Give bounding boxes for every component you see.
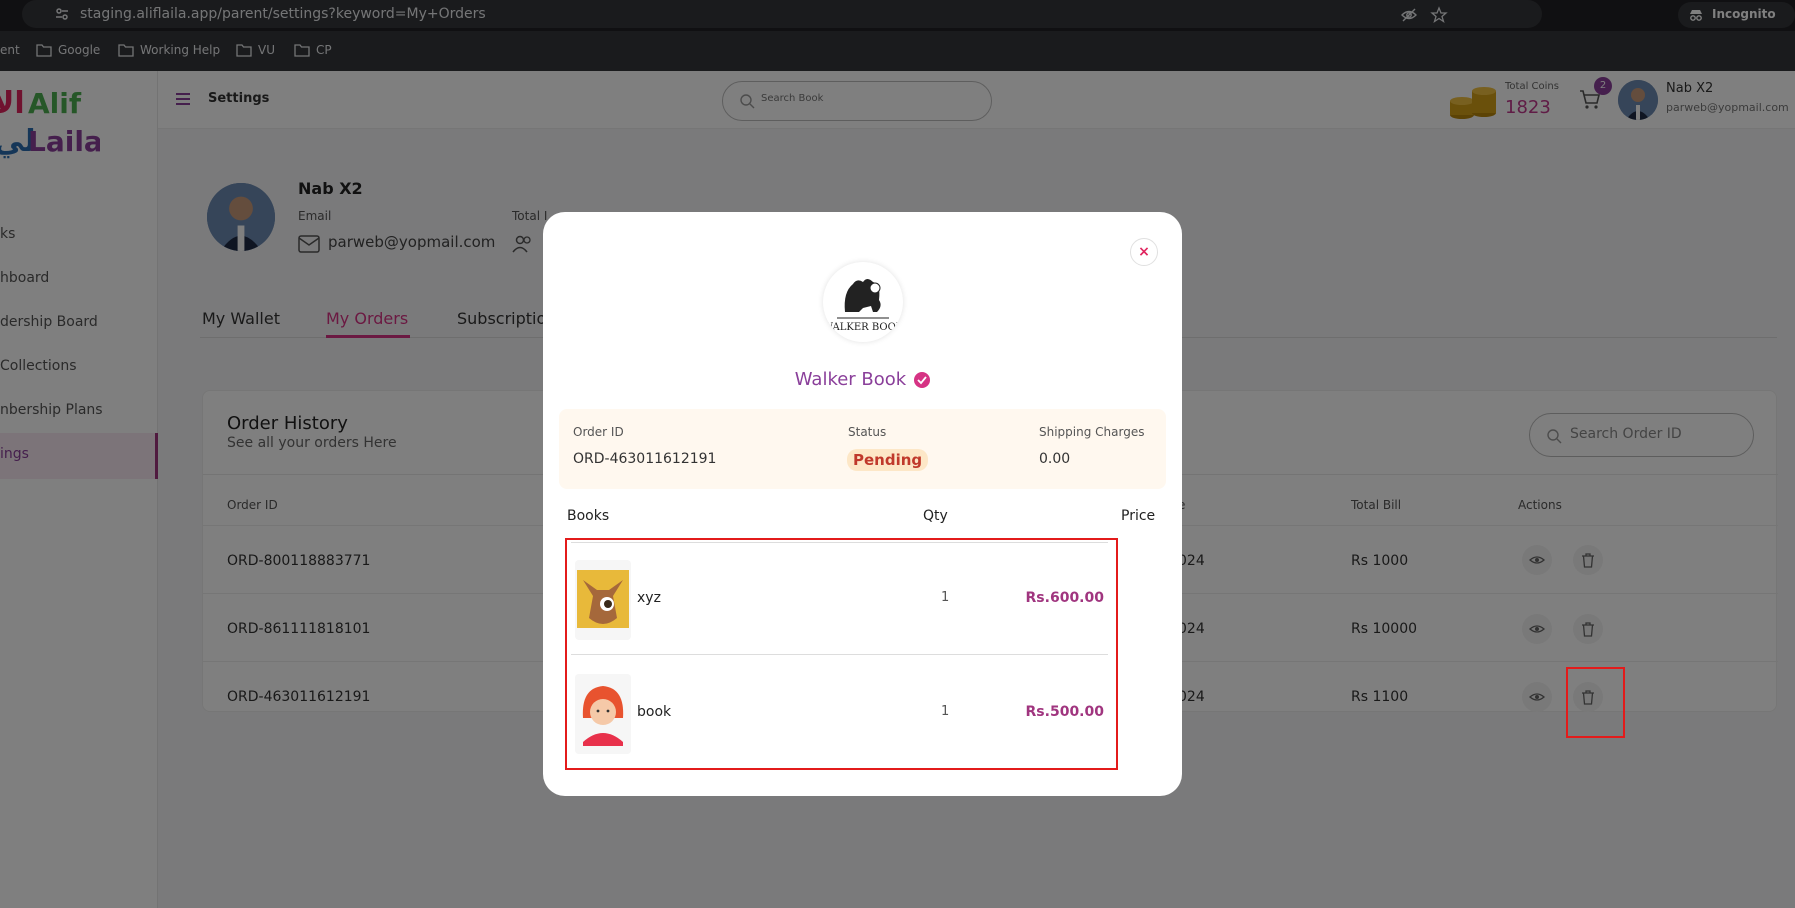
shipping-value: 0.00 bbox=[1039, 451, 1071, 467]
books-column-header: Books bbox=[567, 508, 610, 524]
book-thumbnail-book bbox=[575, 674, 631, 754]
publisher-name: Walker Book bbox=[794, 369, 907, 390]
book-title-1: xyz bbox=[637, 590, 661, 606]
status-badge: Pending bbox=[847, 449, 929, 471]
svg-text:WALKER BOOK: WALKER BOOK bbox=[823, 322, 903, 333]
book-row-2: book 1 Rs.500.00 bbox=[571, 656, 1116, 768]
delete-highlight-box bbox=[1566, 667, 1625, 738]
price-column-header: Price bbox=[1121, 508, 1156, 524]
deer-cover-image bbox=[577, 570, 629, 628]
book-qty-1: 1 bbox=[941, 590, 950, 605]
order-id-label: Order ID bbox=[573, 425, 624, 439]
walker-bear-icon: WALKER BOOK bbox=[823, 279, 903, 333]
close-button[interactable]: × bbox=[1130, 238, 1158, 266]
shipping-label: Shipping Charges bbox=[1039, 425, 1145, 439]
books-highlight-box: xyz 1 Rs.600.00 book 1 Rs.500.00 bbox=[565, 538, 1118, 770]
book-divider bbox=[571, 654, 1108, 655]
publisher-name-row: Walker Book bbox=[543, 369, 1182, 390]
order-info-box: Order ID ORD-463011612191 Status Pending… bbox=[559, 409, 1166, 489]
book-price-2: Rs.500.00 bbox=[1025, 704, 1104, 720]
order-details-modal: × WALKER BOOK Walker Book Order ID ORD-4… bbox=[543, 212, 1182, 796]
book-title-2: book bbox=[637, 704, 672, 720]
status-label: Status bbox=[848, 425, 887, 439]
publisher-logo: WALKER BOOK bbox=[823, 262, 903, 342]
book-price-1: Rs.600.00 bbox=[1025, 590, 1104, 606]
qty-column-header: Qty bbox=[923, 508, 948, 524]
order-id-value: ORD-463011612191 bbox=[573, 451, 717, 467]
girl-cover-image bbox=[575, 674, 631, 754]
book-qty-2: 1 bbox=[941, 704, 950, 719]
book-row-1: xyz 1 Rs.600.00 bbox=[571, 542, 1116, 654]
verified-icon bbox=[914, 371, 931, 388]
book-thumbnail-xyz bbox=[575, 560, 631, 640]
